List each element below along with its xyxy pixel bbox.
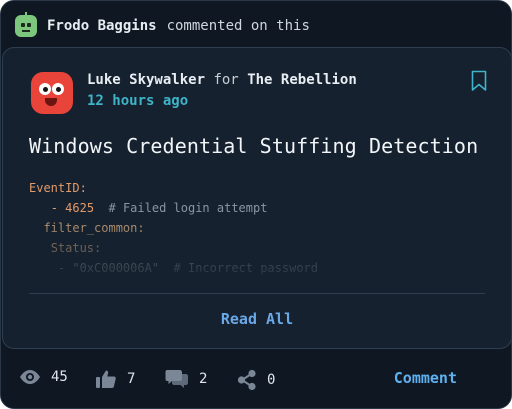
likes-stat[interactable]: 7 [95, 369, 135, 389]
code-comment-2: # Incorrect password [173, 261, 319, 275]
likes-count: 7 [127, 371, 136, 387]
read-all-button[interactable]: Read All [3, 310, 511, 328]
activity-actor[interactable]: Frodo Baggins [47, 18, 157, 34]
stats-bar: 45 7 2 0 Comment [1, 361, 511, 401]
post-timestamp: 12 hours ago [87, 93, 189, 109]
share-icon[interactable] [237, 369, 257, 391]
activity-verb: commented on this [166, 18, 310, 34]
views-stat: 45 [19, 369, 68, 385]
bookmark-icon[interactable] [471, 70, 487, 92]
code-key-status: Status: [50, 241, 102, 255]
post-card-container: Frodo Baggins commented on this Luke Sky… [0, 0, 512, 409]
shares-stat[interactable]: 0 [237, 369, 275, 391]
post-author-block: Luke Skywalker for The Rebellion 12 hour… [29, 70, 357, 116]
thumbs-up-icon[interactable] [95, 369, 117, 389]
code-comment: # Failed login attempt [108, 201, 268, 215]
comment-button[interactable]: Comment [394, 369, 457, 387]
code-dash-2: - [57, 261, 73, 275]
comments-count: 2 [199, 371, 208, 387]
code-key-eventid: EventID: [29, 181, 87, 195]
code-status-value: "0xC000006A" [72, 261, 160, 275]
shares-count: 0 [267, 372, 276, 388]
views-count: 45 [51, 369, 68, 385]
activity-header: Frodo Baggins commented on this [15, 12, 310, 39]
author-avatar[interactable] [29, 70, 75, 116]
comments-icon[interactable] [165, 369, 189, 389]
author-name[interactable]: Luke Skywalker [87, 72, 205, 88]
code-key-filter: filter_common: [43, 221, 145, 235]
organization-name[interactable]: The Rebellion [247, 72, 357, 88]
author-line: Luke Skywalker for The Rebellion [87, 72, 357, 88]
post-title[interactable]: Windows Credential Stuffing Detection [29, 134, 478, 158]
robot-avatar-icon [15, 12, 37, 37]
post-card: Luke Skywalker for The Rebellion 12 hour… [2, 47, 511, 349]
eye-icon [19, 369, 41, 385]
comments-stat[interactable]: 2 [165, 369, 207, 389]
code-dash: - [50, 201, 66, 215]
code-snippet: EventID: - 4625 # Failed login attempt f… [29, 178, 489, 278]
for-label: for [213, 72, 239, 88]
divider [29, 293, 485, 294]
code-event-number: 4625 [65, 201, 95, 215]
